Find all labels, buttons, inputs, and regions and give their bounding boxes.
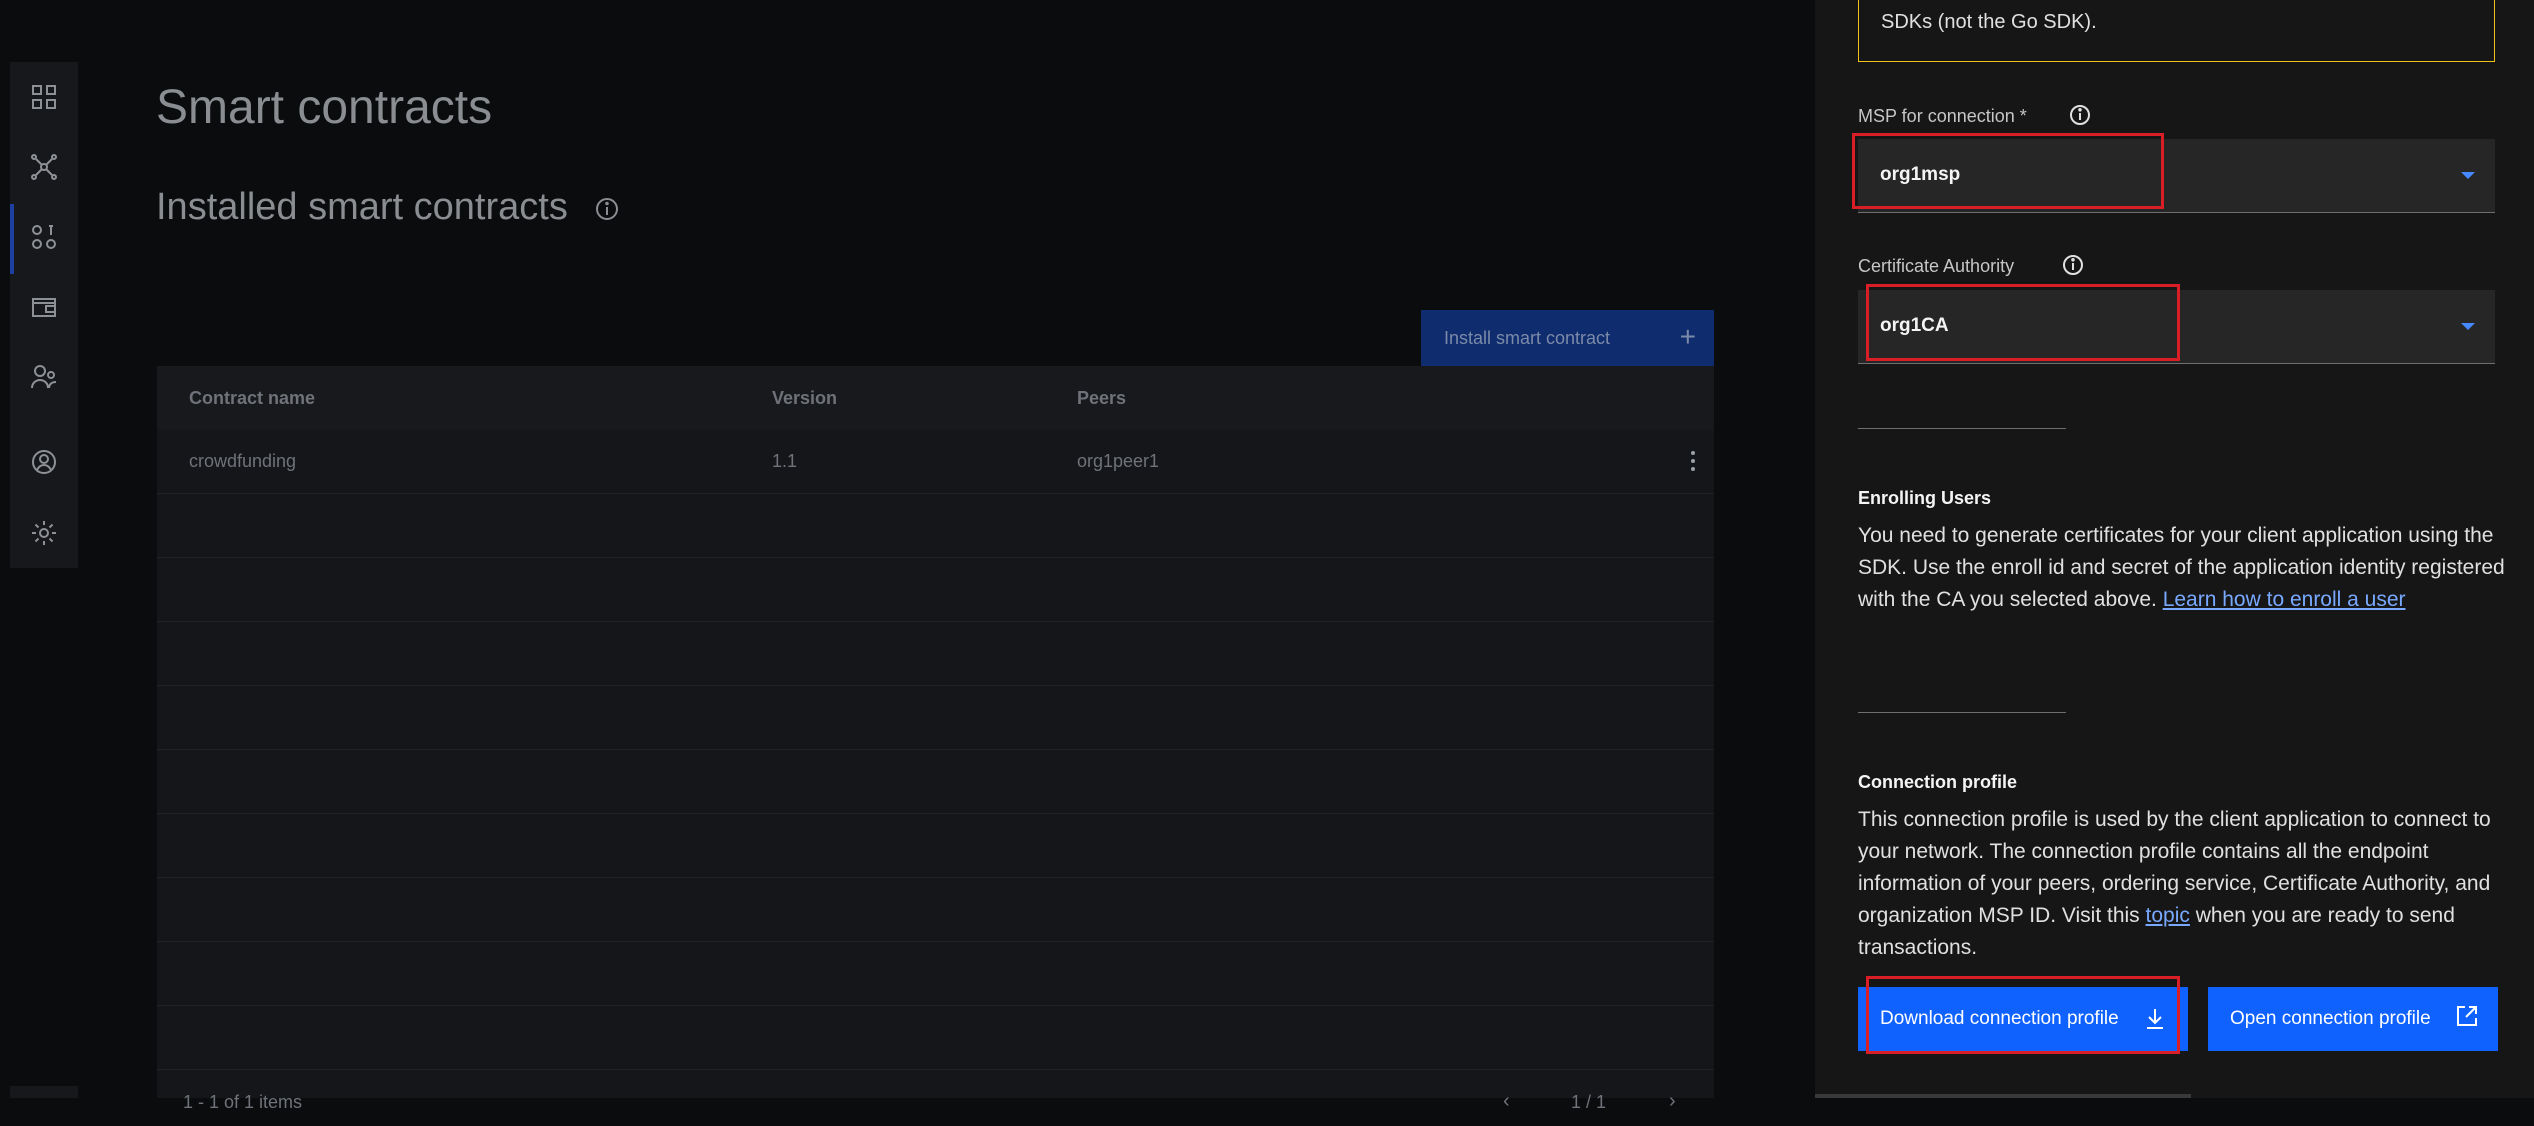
left-nav-rail-footer: [10, 1086, 78, 1098]
learn-enroll-link[interactable]: Learn how to enroll a user: [2163, 588, 2406, 611]
msp-label: MSP for connection *: [1858, 106, 2027, 126]
empty-table-row: [157, 686, 1714, 750]
msp-select[interactable]: org1msp: [1858, 139, 2495, 213]
panel-scrollbar[interactable]: [1815, 1094, 2191, 1098]
column-header-version[interactable]: Version: [772, 388, 837, 409]
install-smart-contract-button[interactable]: Install smart contract +: [1421, 310, 1714, 366]
download-icon: [2147, 1009, 2163, 1029]
account-icon[interactable]: [29, 447, 59, 477]
chevron-down-icon: [2461, 172, 2475, 179]
left-nav-rail-lower: [10, 428, 78, 568]
chevron-down-icon: [2461, 323, 2475, 330]
enrolling-users-heading: Enrolling Users: [1858, 488, 1992, 508]
info-icon[interactable]: [2068, 103, 2092, 127]
open-connection-profile-button[interactable]: Open connection profile: [2208, 987, 2498, 1051]
empty-table-row: [157, 558, 1714, 622]
open-button-label: Open connection profile: [2230, 1008, 2431, 1029]
empty-table-row: [157, 494, 1714, 558]
section-title: Installed smart contracts: [156, 186, 568, 228]
pagination-page-count: 1 / 1: [1571, 1092, 1607, 1112]
section-divider: [1858, 428, 2066, 429]
empty-table-row: [157, 622, 1714, 686]
table-row[interactable]: crowdfunding 1.1 org1peer1: [157, 430, 1714, 494]
connection-side-panel: SDKs (not the Go SDK). MSP for connectio…: [1815, 0, 2534, 1098]
wallet-icon[interactable]: [29, 292, 59, 322]
enrolling-users-text: You need to generate certificates for yo…: [1858, 520, 2508, 616]
empty-table-row: [157, 942, 1714, 1006]
info-icon[interactable]: [2061, 253, 2085, 277]
table-header: Contract name Version Peers: [157, 366, 1714, 430]
peers-cell: org1peer1: [1077, 451, 1160, 471]
warning-text: SDKs (not the Go SDK).: [1881, 11, 2097, 33]
users-icon[interactable]: [29, 362, 59, 392]
table-pagination: 1 - 1 of 1 items ‹ 1 / 1 ›: [157, 1086, 1714, 1126]
certificate-authority-selected-value: org1CA: [1880, 315, 1949, 336]
contract-name-cell: crowdfunding: [189, 451, 297, 471]
column-header-contract-name[interactable]: Contract name: [189, 388, 315, 409]
topic-link[interactable]: topic: [2146, 904, 2190, 927]
download-button-label: Download connection profile: [1880, 1008, 2119, 1029]
column-header-peers[interactable]: Peers: [1077, 388, 1126, 409]
launch-external-icon: [2457, 1006, 2477, 1026]
add-icon: +: [1679, 321, 1696, 352]
empty-table-row: [157, 1006, 1714, 1070]
network-nodes-icon[interactable]: [29, 152, 59, 182]
certificate-authority-select[interactable]: org1CA: [1858, 290, 2495, 364]
previous-page-icon[interactable]: ‹: [1503, 1090, 1510, 1113]
connection-profile-text: This connection profile is used by the c…: [1858, 804, 2508, 964]
smart-contracts-table: Contract name Version Peers crowdfunding…: [157, 366, 1714, 1112]
certificate-authority-label: Certificate Authority: [1858, 256, 2015, 276]
active-nav-indicator: [10, 204, 14, 274]
dashboard-grid-icon[interactable]: [29, 82, 59, 112]
page-title: Smart contracts: [156, 81, 493, 134]
install-button-label: Install smart contract: [1444, 327, 1611, 348]
settings-gear-icon[interactable]: [29, 518, 59, 548]
connection-profile-heading: Connection profile: [1858, 772, 2017, 792]
smart-contracts-icon[interactable]: [29, 222, 59, 252]
version-cell: 1.1: [772, 451, 798, 471]
pagination-item-count: 1 - 1 of 1 items: [183, 1092, 303, 1112]
empty-table-row: [157, 878, 1714, 942]
empty-table-row: [157, 750, 1714, 814]
download-connection-profile-button[interactable]: Download connection profile: [1858, 987, 2188, 1051]
next-page-icon[interactable]: ›: [1669, 1090, 1676, 1113]
msp-selected-value: org1msp: [1880, 164, 1961, 185]
section-divider: [1858, 712, 2066, 713]
info-icon[interactable]: [594, 196, 620, 222]
warning-notification: SDKs (not the Go SDK).: [1858, 0, 2495, 62]
empty-table-row: [157, 814, 1714, 878]
overflow-menu-icon[interactable]: [1690, 448, 1696, 476]
